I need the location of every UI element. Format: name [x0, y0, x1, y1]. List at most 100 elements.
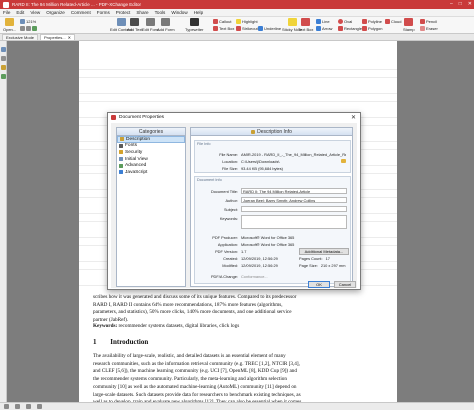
description-info-header: Description Info — [191, 128, 352, 136]
category-javascript[interactable]: JavaScript — [117, 169, 185, 176]
menu-share[interactable]: Share — [136, 10, 148, 15]
callout-button[interactable]: Callout — [213, 19, 231, 24]
polygon-button[interactable]: Polygon — [362, 26, 382, 31]
next-page-icon[interactable] — [26, 404, 31, 409]
doc-title-field[interactable]: RARD II: The 94 Million Related-Article — [241, 188, 347, 194]
minimize-icon[interactable]: – — [450, 1, 453, 7]
application-row: Application: Microsoft® Word for Office … — [195, 242, 294, 247]
dialog-close-icon[interactable]: ✕ — [351, 114, 356, 121]
last-page-icon[interactable] — [37, 404, 42, 409]
ok-button[interactable]: OK — [308, 281, 330, 288]
menu-file[interactable]: File — [3, 10, 10, 15]
initial-view-icon — [119, 157, 123, 162]
maximize-icon[interactable]: □ — [459, 1, 462, 7]
close-window-icon[interactable]: ✕ — [468, 1, 472, 7]
producer-row: PDF Producer: Microsoft® Word for Office… — [195, 235, 294, 240]
eraser-button[interactable]: Eraser — [420, 26, 438, 31]
author-field[interactable]: Joeran Beel; Barry Smyth; Andrew Collins — [241, 197, 347, 203]
text-box-2-icon — [301, 18, 311, 26]
text-box-2-button[interactable]: Text Box — [298, 18, 313, 32]
first-page-icon[interactable] — [4, 404, 9, 409]
underline-button[interactable]: Underline — [258, 26, 281, 31]
bookmarks-icon[interactable] — [1, 47, 6, 52]
category-security[interactable]: Security — [117, 149, 185, 156]
fonts-icon — [119, 143, 123, 148]
section-heading: 1 Introduction — [93, 338, 148, 346]
additional-metadata-button[interactable]: Additional Metadata... — [299, 248, 349, 255]
pdfa-value[interactable]: Conformance... — [241, 274, 268, 279]
arrow-icon — [316, 26, 321, 31]
document-tabs: Exclusive Mode Properties... ✕ — [0, 34, 474, 41]
add-form-icon — [161, 18, 171, 26]
polyline-icon — [362, 19, 367, 24]
created-value: 12/09/2019, 12:56:29 — [241, 256, 278, 261]
doc-title-row: Document Title: — [195, 189, 238, 194]
javascript-icon — [119, 170, 123, 175]
comments-icon[interactable] — [1, 65, 6, 70]
rectangle-button[interactable]: Rectangle — [338, 26, 362, 31]
text-box-button[interactable]: Text Box — [213, 26, 234, 31]
open-button[interactable]: Open... — [3, 18, 16, 32]
arrow-button[interactable]: Arrow — [316, 26, 332, 31]
menu-forms[interactable]: Forms — [97, 10, 110, 15]
menu-view[interactable]: View — [30, 10, 40, 15]
underline-icon — [258, 26, 263, 31]
stamp-button[interactable]: Stamp — [403, 18, 415, 32]
pencil-button[interactable]: Pencil — [420, 19, 437, 24]
oval-icon — [338, 19, 343, 24]
highlight-button[interactable]: Highlight — [236, 19, 258, 24]
prev-page-icon[interactable] — [15, 404, 20, 409]
tab-properties[interactable]: Properties... ✕ — [40, 34, 75, 40]
file-size-value: 93.44 KB (95,684 bytes) — [241, 166, 283, 171]
undo-icon[interactable] — [32, 26, 37, 31]
subject-row: Subject: — [195, 207, 238, 212]
add-text-button[interactable]: Add Text — [127, 18, 143, 32]
menu-window[interactable]: Window — [171, 10, 187, 15]
menu-tools[interactable]: Tools — [155, 10, 166, 15]
dialog-app-icon — [111, 115, 116, 120]
select-icon[interactable] — [26, 26, 31, 31]
oval-button[interactable]: Oval — [338, 19, 352, 24]
category-initial-view[interactable]: Initial View — [117, 156, 185, 163]
menu-comment[interactable]: Comment — [71, 10, 91, 15]
category-description[interactable]: Description — [117, 136, 185, 143]
hand-icon[interactable] — [20, 26, 25, 31]
menu-protect[interactable]: Protect — [116, 10, 131, 15]
document-info-group: Document Info Document Title: RARD II: T… — [194, 176, 351, 284]
category-advanced[interactable]: Advanced — [117, 162, 185, 169]
zoom-box[interactable]: 121% — [20, 19, 36, 24]
sticky-note-icon — [287, 18, 297, 26]
menu-edit[interactable]: Edit — [16, 10, 24, 15]
attachments-icon[interactable] — [1, 74, 6, 79]
close-tab-icon[interactable]: ✕ — [68, 35, 71, 40]
typewriter-button[interactable]: Typewriter — [185, 18, 203, 32]
strikeout-icon — [236, 26, 241, 31]
menu-help[interactable]: Help — [194, 10, 203, 15]
line-button[interactable]: Line — [316, 19, 330, 24]
version-label: PDF Version: — [215, 249, 238, 254]
edit-form-icon — [146, 18, 156, 26]
rectangle-icon — [338, 26, 343, 31]
polyline-button[interactable]: Polyline — [362, 19, 382, 24]
menu-organize[interactable]: Organize — [46, 10, 65, 15]
document-info-title: Document Info — [197, 178, 222, 182]
strikeout-button[interactable]: Strikeout — [236, 26, 258, 31]
thumbnails-icon[interactable] — [1, 56, 6, 61]
category-fonts[interactable]: Fonts — [117, 143, 185, 150]
page-size-row: Page Size: 210 x 297 mm — [299, 263, 345, 268]
title-bar: RARD II: The 94 Million Related-Article … — [0, 0, 474, 9]
file-size-label: File Size: — [222, 166, 238, 171]
cancel-button[interactable]: Cancel — [334, 281, 356, 288]
open-folder-icon[interactable] — [341, 159, 346, 163]
file-name-value: AMIR-2019 - RARD_II_-_The_94_Million_Rel… — [241, 152, 346, 157]
dialog-title-bar[interactable]: Document Properties ✕ — [108, 113, 360, 122]
cloud-button[interactable]: Cloud — [385, 19, 401, 24]
subject-field[interactable] — [241, 206, 347, 212]
doc-title-label: Document Title: — [210, 189, 238, 194]
keywords-line: Keywords: recommender systems datasets, … — [93, 323, 303, 331]
tab-exclusive-mode[interactable]: Exclusive Mode — [2, 34, 39, 40]
location-label: Location: — [222, 159, 238, 164]
app-icon[interactable] — [3, 1, 9, 8]
keywords-field[interactable] — [241, 215, 347, 229]
add-form-button[interactable]: Add Form — [157, 18, 175, 32]
